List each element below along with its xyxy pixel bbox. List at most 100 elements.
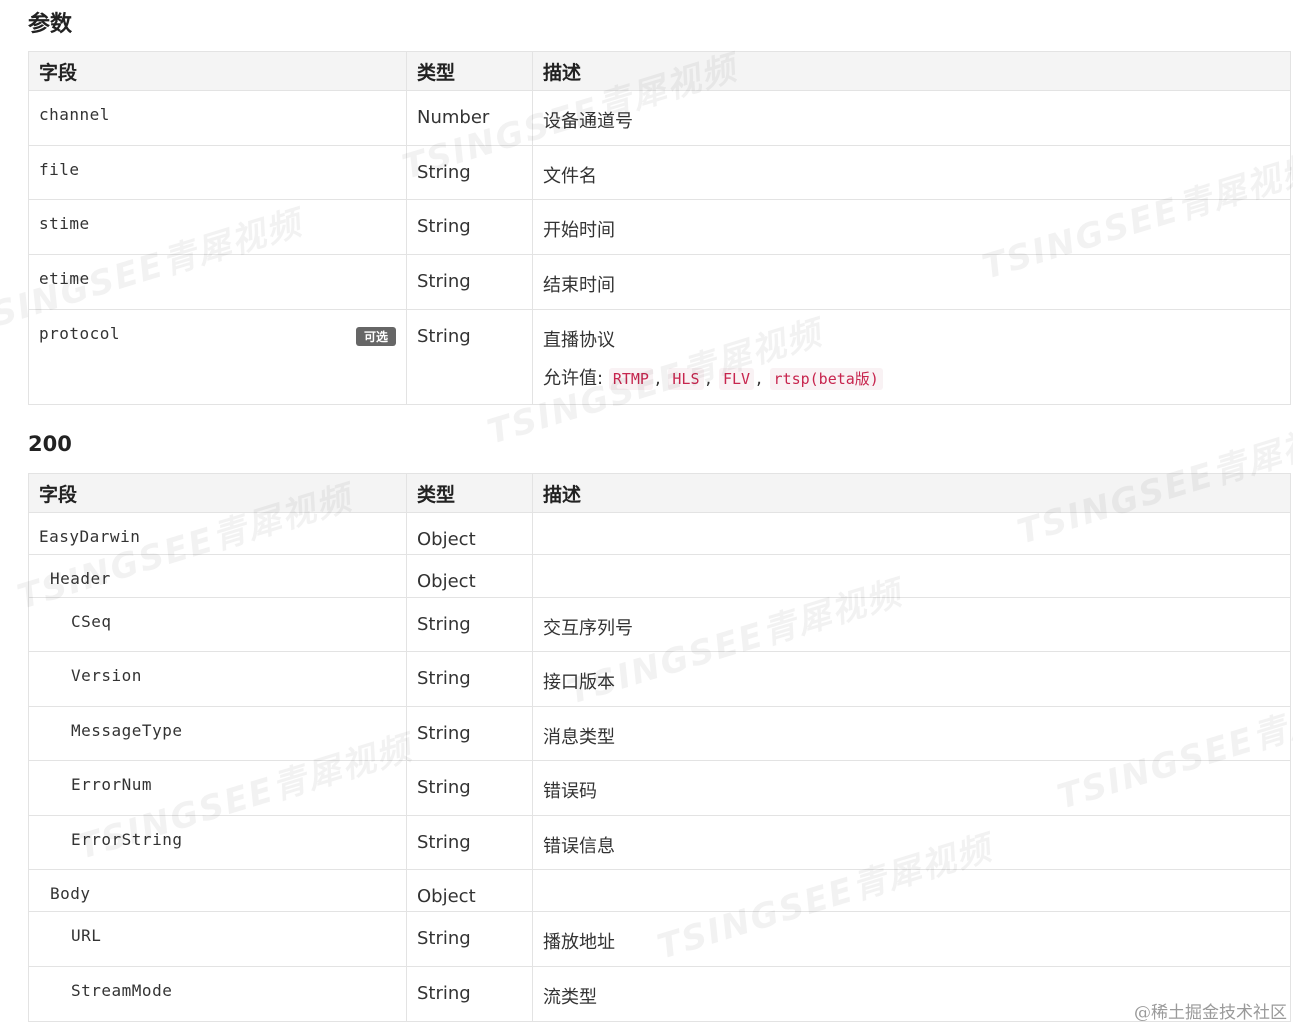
field-type: String bbox=[417, 326, 471, 347]
table-row: URL String 播放地址 bbox=[28, 911, 1291, 967]
params-table: 字段 类型 描述 channel Number 设备通道号 file Strin… bbox=[28, 51, 1291, 405]
field-desc-cell bbox=[532, 869, 1291, 912]
field-type-cell: Number bbox=[406, 90, 533, 146]
field-name: protocol bbox=[39, 324, 121, 343]
field-desc-cell: 直播协议 允许值: RTMP, HLS, FLV, rtsp(beta版) bbox=[532, 309, 1291, 405]
field-desc-cell: 播放地址 bbox=[532, 911, 1291, 967]
field-name-cell: ErrorNum bbox=[28, 760, 407, 816]
field-desc: 直播协议 bbox=[543, 330, 615, 351]
field-name: Version bbox=[71, 666, 142, 685]
table-row: StreamMode String 流类型 bbox=[28, 966, 1291, 1022]
field-type-cell: String bbox=[406, 911, 533, 967]
table-row: Header Object bbox=[28, 554, 1291, 598]
header-type: 类型 bbox=[406, 51, 533, 91]
field-name: Body bbox=[50, 884, 91, 903]
response-section-title: 200 bbox=[28, 432, 72, 456]
optional-badge: 可选 bbox=[355, 327, 396, 346]
allowed-value-code: FLV bbox=[718, 368, 755, 390]
field-name-cell: protocol 可选 bbox=[28, 309, 407, 405]
header-type: 类型 bbox=[406, 473, 533, 513]
separator: , bbox=[756, 368, 762, 389]
field-type: String bbox=[417, 162, 471, 183]
field-name-cell: Version bbox=[28, 651, 407, 707]
table-row: ErrorString String 错误信息 bbox=[28, 815, 1291, 870]
field-type: String bbox=[417, 668, 471, 689]
field-desc-cell: 消息类型 bbox=[532, 706, 1291, 761]
field-name: channel bbox=[39, 105, 110, 124]
field-name-cell: URL bbox=[28, 911, 407, 967]
allowed-label: 允许值: bbox=[543, 368, 604, 389]
field-name: stime bbox=[39, 214, 90, 233]
field-type: String bbox=[417, 271, 471, 292]
field-name-cell: ErrorString bbox=[28, 815, 407, 870]
field-name-cell: Header bbox=[28, 554, 407, 598]
field-desc: 错误码 bbox=[543, 781, 597, 802]
field-name-cell: file bbox=[28, 145, 407, 200]
source-watermark: @稀土掘金技术社区 bbox=[1134, 1003, 1287, 1023]
table-row: stime String 开始时间 bbox=[28, 199, 1291, 255]
field-name: StreamMode bbox=[71, 981, 173, 1000]
field-desc-cell: 接口版本 bbox=[532, 651, 1291, 707]
field-type-cell: Object bbox=[406, 554, 533, 598]
field-type: Object bbox=[417, 571, 476, 592]
field-name-cell: channel bbox=[28, 90, 407, 146]
field-type-cell: String bbox=[406, 254, 533, 310]
field-name-cell: stime bbox=[28, 199, 407, 255]
field-type: Object bbox=[417, 529, 476, 550]
header-field: 字段 bbox=[28, 473, 407, 513]
field-desc: 消息类型 bbox=[543, 727, 615, 748]
table-row: file String 文件名 bbox=[28, 145, 1291, 200]
field-desc-cell: 错误信息 bbox=[532, 815, 1291, 870]
field-type-cell: String bbox=[406, 145, 533, 200]
field-name-cell: StreamMode bbox=[28, 966, 407, 1022]
allowed-values: 允许值: RTMP, HLS, FLV, rtsp(beta版) bbox=[543, 364, 1280, 390]
field-desc-cell: 结束时间 bbox=[532, 254, 1291, 310]
field-desc-cell: 交互序列号 bbox=[532, 597, 1291, 652]
header-desc: 描述 bbox=[532, 473, 1291, 513]
field-desc-cell bbox=[532, 554, 1291, 598]
field-desc-cell: 错误码 bbox=[532, 760, 1291, 816]
field-name-cell: etime bbox=[28, 254, 407, 310]
table-row: protocol 可选 String 直播协议 允许值: RTMP, HLS, … bbox=[28, 309, 1291, 405]
field-type-cell: String bbox=[406, 597, 533, 652]
field-name: URL bbox=[71, 926, 102, 945]
field-desc-cell: 开始时间 bbox=[532, 199, 1291, 255]
field-type: String bbox=[417, 216, 471, 237]
field-type-cell: String bbox=[406, 760, 533, 816]
field-name: ErrorString bbox=[71, 830, 183, 849]
field-name-cell: CSeq bbox=[28, 597, 407, 652]
field-desc: 开始时间 bbox=[543, 220, 615, 241]
table-row: EasyDarwin Object bbox=[28, 512, 1291, 555]
field-type: Object bbox=[417, 886, 476, 907]
table-row: ErrorNum String 错误码 bbox=[28, 760, 1291, 816]
field-type-cell: String bbox=[406, 815, 533, 870]
field-type: String bbox=[417, 983, 471, 1004]
field-desc-cell: 设备通道号 bbox=[532, 90, 1291, 146]
table-row: channel Number 设备通道号 bbox=[28, 90, 1291, 146]
field-name: EasyDarwin bbox=[39, 527, 141, 546]
field-desc-cell bbox=[532, 512, 1291, 555]
allowed-value-code: RTMP bbox=[608, 368, 653, 390]
table-header-row: 字段 类型 描述 bbox=[28, 51, 1291, 91]
field-type-cell: String bbox=[406, 199, 533, 255]
field-desc-cell: 文件名 bbox=[532, 145, 1291, 200]
field-type: String bbox=[417, 614, 471, 635]
allowed-value-code: rtsp(beta版) bbox=[769, 368, 883, 390]
field-type-cell: Object bbox=[406, 512, 533, 555]
field-desc: 文件名 bbox=[543, 166, 597, 187]
header-field: 字段 bbox=[28, 51, 407, 91]
table-row: CSeq String 交互序列号 bbox=[28, 597, 1291, 652]
field-name: etime bbox=[39, 269, 90, 288]
field-type: String bbox=[417, 832, 471, 853]
field-type: String bbox=[417, 928, 471, 949]
field-desc: 播放地址 bbox=[543, 932, 615, 953]
table-row: Version String 接口版本 bbox=[28, 651, 1291, 707]
field-type: String bbox=[417, 723, 471, 744]
field-name-cell: MessageType bbox=[28, 706, 407, 761]
field-type-cell: String bbox=[406, 651, 533, 707]
table-row: MessageType String 消息类型 bbox=[28, 706, 1291, 761]
field-type: String bbox=[417, 777, 471, 798]
field-desc: 接口版本 bbox=[543, 672, 615, 693]
field-name: ErrorNum bbox=[71, 775, 153, 794]
field-desc: 结束时间 bbox=[543, 275, 615, 296]
